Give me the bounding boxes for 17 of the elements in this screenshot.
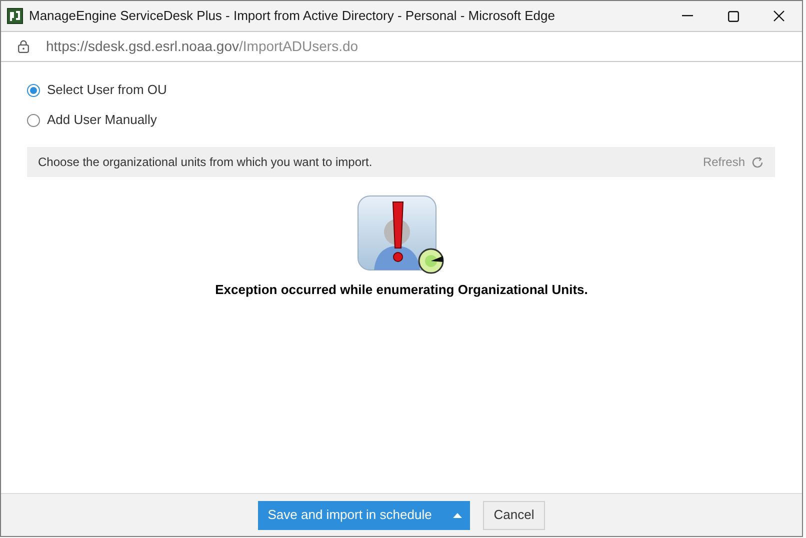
radio-button[interactable] <box>27 114 40 126</box>
app-logo-icon <box>7 8 23 24</box>
minimize-icon <box>682 15 692 17</box>
radio-button[interactable] <box>27 84 40 96</box>
refresh-icon <box>751 156 764 168</box>
cancel-button[interactable]: Cancel <box>482 500 546 530</box>
error-message: Exception occurred while enumerating Organizational Units. <box>215 281 588 299</box>
maximize-icon <box>728 10 738 22</box>
info-text: Choose the organizational units from which you want to import. <box>38 154 372 171</box>
radio-option[interactable]: Add User Manually <box>27 105 776 135</box>
window-title: ManageEngine ServiceDesk Plus - Import from Active Directory - Personal - Microsoft Edge <box>29 7 555 26</box>
caret-icon <box>452 512 462 518</box>
url-path: /ImportADUsers.do <box>239 37 358 56</box>
lock-icon <box>18 40 29 53</box>
close-icon <box>773 10 785 22</box>
url-text[interactable]: https://sdesk.gsd.esrl.noaa.gov <box>46 36 239 57</box>
radio-option[interactable]: Select User from OU <box>27 75 776 105</box>
